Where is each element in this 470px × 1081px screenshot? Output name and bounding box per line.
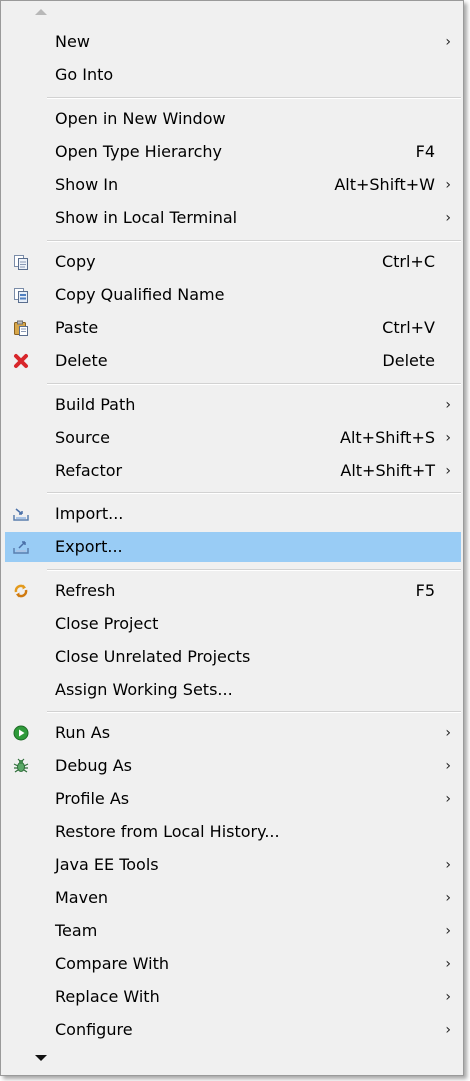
- menu-separator: [47, 383, 461, 385]
- menu-item-import[interactable]: Import...: [5, 499, 461, 529]
- menu-item-compare-with[interactable]: Compare With ›: [5, 949, 461, 979]
- menu-item-export[interactable]: Export...: [5, 532, 461, 562]
- menu-item-new[interactable]: New ›: [5, 27, 461, 57]
- menu-item-label: Show In: [55, 175, 119, 194]
- run-icon: [13, 725, 29, 741]
- menu-item-go-into[interactable]: Go Into: [5, 60, 461, 90]
- submenu-arrow-icon: ›: [445, 989, 451, 1005]
- submenu-arrow-icon: ›: [445, 923, 451, 939]
- menu-item-label: Copy: [55, 252, 96, 271]
- menu-item-copy[interactable]: Copy Ctrl+C: [5, 247, 461, 277]
- submenu-arrow-icon: ›: [445, 463, 451, 479]
- menu-item-restore-from-local-history[interactable]: Restore from Local History...: [5, 817, 461, 847]
- menu-item-label: Paste: [55, 318, 99, 337]
- menu-item-show-in[interactable]: Show In Alt+Shift+W ›: [5, 170, 461, 200]
- scroll-up-arrow-icon[interactable]: [33, 7, 49, 17]
- menu-item-java-ee-tools[interactable]: Java EE Tools ›: [5, 850, 461, 880]
- submenu-arrow-icon: ›: [445, 210, 451, 226]
- menu-item-open-type-hierarchy[interactable]: Open Type Hierarchy F4: [5, 137, 461, 167]
- menu-item-label: Show in Local Terminal: [55, 208, 238, 227]
- menu-item-label: Refactor: [55, 461, 123, 480]
- menu-item-label: Export...: [55, 537, 123, 556]
- submenu-arrow-icon: ›: [445, 430, 451, 446]
- menu-item-label: Debug As: [55, 756, 132, 775]
- menu-item-label: Go Into: [55, 65, 114, 84]
- menu-item-label: New: [55, 32, 90, 51]
- refresh-icon: [13, 583, 29, 599]
- menu-separator: [47, 711, 461, 713]
- submenu-arrow-icon: ›: [445, 890, 451, 906]
- menu-item-close-project[interactable]: Close Project: [5, 609, 461, 639]
- submenu-arrow-icon: ›: [445, 1022, 451, 1038]
- menu-item-label: Restore from Local History...: [55, 822, 280, 841]
- menu-separator: [47, 97, 461, 99]
- submenu-arrow-icon: ›: [445, 758, 451, 774]
- menu-item-label: Assign Working Sets...: [55, 680, 233, 699]
- scroll-down-arrow-icon[interactable]: [33, 1053, 49, 1063]
- menu-item-label: Run As: [55, 723, 111, 742]
- menu-item-shortcut: Ctrl+C: [381, 252, 435, 271]
- menu-item-shortcut: F4: [415, 142, 435, 161]
- menu-item-label: Build Path: [55, 395, 136, 414]
- menu-item-delete[interactable]: Delete Delete: [5, 346, 461, 376]
- menu-item-label: Configure: [55, 1020, 133, 1039]
- menu-item-shortcut: Alt+Shift+S: [340, 428, 435, 447]
- submenu-arrow-icon: ›: [445, 397, 451, 413]
- menu-separator: [47, 492, 461, 494]
- submenu-arrow-icon: ›: [445, 857, 451, 873]
- menu-item-label: Close Project: [55, 614, 159, 633]
- menu-item-source[interactable]: Source Alt+Shift+S ›: [5, 423, 461, 453]
- submenu-arrow-icon: ›: [445, 956, 451, 972]
- menu-item-label: Open in New Window: [55, 109, 226, 128]
- menu-item-label: Refresh: [55, 581, 116, 600]
- menu-item-label: Profile As: [55, 789, 130, 808]
- menu-item-label: Team: [55, 921, 98, 940]
- submenu-arrow-icon: ›: [445, 791, 451, 807]
- menu-item-maven[interactable]: Maven ›: [5, 883, 461, 913]
- menu-item-shortcut: Delete: [382, 351, 435, 370]
- delete-icon: [13, 353, 29, 369]
- menu-item-show-in-local-terminal[interactable]: Show in Local Terminal ›: [5, 203, 461, 233]
- menu-item-shortcut: Alt+Shift+W: [334, 175, 435, 194]
- menu-item-paste[interactable]: Paste Ctrl+V: [5, 313, 461, 343]
- menu-item-team[interactable]: Team ›: [5, 916, 461, 946]
- menu-item-configure[interactable]: Configure ›: [5, 1015, 461, 1045]
- menu-item-label: Copy Qualified Name: [55, 285, 225, 304]
- menu-separator: [47, 240, 461, 242]
- menu-item-label: Import...: [55, 504, 124, 523]
- menu-item-label: Java EE Tools: [55, 855, 159, 874]
- menu-item-label: Replace With: [55, 987, 160, 1006]
- menu-item-label: Delete: [55, 351, 108, 370]
- menu-item-label: Source: [55, 428, 110, 447]
- menu-item-assign-working-sets[interactable]: Assign Working Sets...: [5, 675, 461, 705]
- submenu-arrow-icon: ›: [445, 725, 451, 741]
- submenu-arrow-icon: ›: [445, 34, 451, 50]
- import-icon: [13, 506, 29, 522]
- debug-bug-icon: [13, 758, 29, 774]
- menu-item-debug-as[interactable]: Debug As ›: [5, 751, 461, 781]
- submenu-arrow-icon: ›: [445, 177, 451, 193]
- menu-item-label: Compare With: [55, 954, 169, 973]
- copy-icon: [13, 254, 29, 270]
- menu-item-label: Maven: [55, 888, 109, 907]
- menu-item-replace-with[interactable]: Replace With ›: [5, 982, 461, 1012]
- menu-item-run-as[interactable]: Run As ›: [5, 718, 461, 748]
- menu-item-label: Open Type Hierarchy: [55, 142, 222, 161]
- export-icon: [13, 539, 29, 555]
- menu-separator: [47, 569, 461, 571]
- menu-item-close-unrelated-projects[interactable]: Close Unrelated Projects: [5, 642, 461, 672]
- menu-item-profile-as[interactable]: Profile As ›: [5, 784, 461, 814]
- menu-item-shortcut: F5: [415, 581, 435, 600]
- copy-qualified-name-icon: [13, 287, 29, 303]
- menu-item-shortcut: Alt+Shift+T: [340, 461, 435, 480]
- menu-item-build-path[interactable]: Build Path ›: [5, 390, 461, 420]
- menu-item-copy-qualified-name[interactable]: Copy Qualified Name: [5, 280, 461, 310]
- menu-item-open-in-new-window[interactable]: Open in New Window: [5, 104, 461, 134]
- menu-item-label: Close Unrelated Projects: [55, 647, 251, 666]
- paste-icon: [13, 320, 29, 336]
- menu-item-refresh[interactable]: Refresh F5: [5, 576, 461, 606]
- menu-item-refactor[interactable]: Refactor Alt+Shift+T ›: [5, 456, 461, 486]
- menu-item-shortcut: Ctrl+V: [382, 318, 435, 337]
- context-menu: New › Go Into Open in New Window Open Ty…: [0, 0, 464, 1076]
